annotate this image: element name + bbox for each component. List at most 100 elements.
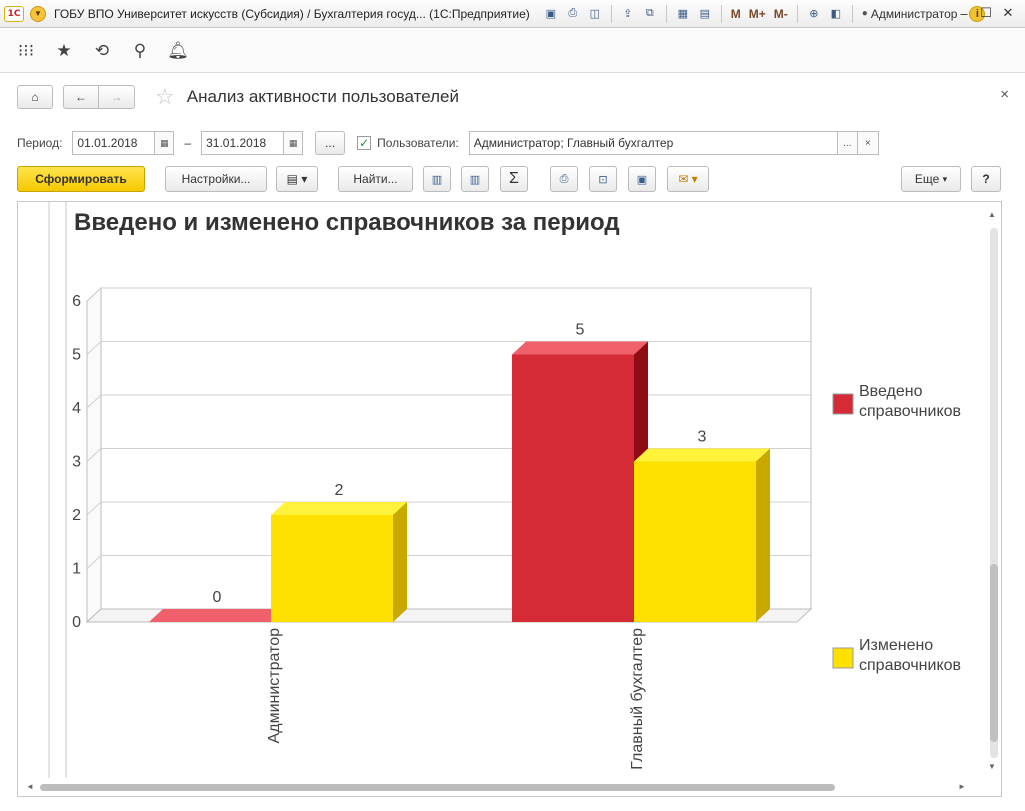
period-select-button[interactable]: ... bbox=[315, 131, 346, 155]
y-tick-label: 5 bbox=[72, 347, 81, 364]
filter-row: Период: 01.01.2018 ▦ – 31.01.2018 ▦ ... … bbox=[17, 131, 1007, 155]
date-from-field: 01.01.2018 ▦ bbox=[72, 131, 175, 155]
envelope-icon: ✉ ▾ bbox=[678, 172, 698, 186]
report-area[interactable]: Введено и изменено справочников за перио… bbox=[17, 201, 1002, 797]
command-bar: Сформировать Настройки... ▤ ▾ Найти... ▥… bbox=[17, 166, 1007, 192]
save-icon: ▣ bbox=[636, 173, 648, 186]
calculator-icon[interactable]: ▦ bbox=[674, 5, 692, 23]
bar-top bbox=[512, 341, 648, 355]
minimize-button[interactable]: – bbox=[953, 4, 975, 22]
apps-grid-icon[interactable]: ⁝⁝⁝ bbox=[12, 37, 40, 65]
upload-icon[interactable]: ⇪ bbox=[619, 5, 637, 23]
close-window-button[interactable]: ✕ bbox=[997, 4, 1019, 22]
chart-title: Введено и изменено справочников за перио… bbox=[74, 209, 620, 236]
variant-icon: ▤ ▾ bbox=[286, 172, 308, 186]
close-form-button[interactable]: × bbox=[1000, 86, 1009, 103]
arrow-left-icon: ← bbox=[75, 90, 87, 104]
legend-swatch bbox=[832, 393, 854, 415]
window-controls: – ☐ ✕ bbox=[953, 4, 1019, 22]
favorites-star-icon[interactable]: ★ bbox=[50, 37, 78, 65]
scroll-thumb[interactable] bbox=[40, 784, 835, 791]
history-icon[interactable]: ⟲ bbox=[88, 37, 116, 65]
users-checkbox[interactable]: ✓ bbox=[357, 136, 372, 150]
calendar-icon[interactable]: ▦ bbox=[283, 131, 304, 155]
date-from-input[interactable]: 01.01.2018 bbox=[72, 131, 155, 155]
bell-icon[interactable]: 🔔︎ bbox=[164, 37, 192, 65]
scroll-thumb[interactable] bbox=[990, 564, 998, 742]
app-logo-icon[interactable]: 1С bbox=[4, 5, 24, 22]
print-icon[interactable]: ⎙ bbox=[564, 5, 582, 23]
data-label: 3 bbox=[698, 429, 707, 446]
history-nav: ← → bbox=[63, 85, 135, 109]
scroll-left-icon[interactable]: ◄ bbox=[26, 782, 34, 791]
bar bbox=[512, 354, 634, 622]
toolbar-separator bbox=[851, 4, 853, 23]
date-to-field: 31.01.2018 ▦ bbox=[201, 131, 304, 155]
data-label: 5 bbox=[576, 322, 585, 339]
bar-top bbox=[634, 448, 770, 462]
bar-top bbox=[271, 502, 407, 515]
help-button[interactable]: ? bbox=[971, 166, 1001, 192]
home-button[interactable]: ⌂ bbox=[17, 85, 53, 109]
plot-area: 0 1 2 3 4 5 6 0 2 Администратор 5 3 Главный бухгалте… bbox=[72, 286, 961, 770]
y-tick-label: 4 bbox=[72, 400, 81, 417]
current-user-name: Администратор bbox=[870, 6, 958, 21]
current-user[interactable]: ● Администратор bbox=[862, 7, 958, 21]
main-menu-button[interactable]: ▼ bbox=[30, 5, 46, 22]
group-expand-button[interactable]: ▥ bbox=[423, 166, 451, 192]
sum-button[interactable]: Σ bbox=[500, 166, 528, 192]
x-tick-label: Главный бухгалтер bbox=[629, 628, 646, 770]
maximize-button[interactable]: ☐ bbox=[975, 4, 997, 22]
more-button[interactable]: Еще ▾ bbox=[901, 166, 961, 192]
back-button[interactable]: ← bbox=[63, 85, 99, 109]
search-icon[interactable]: ⚲ bbox=[126, 37, 154, 65]
group-icon: ▥ bbox=[431, 173, 443, 186]
chevron-down-icon: ▾ bbox=[942, 173, 948, 184]
users-clear-button[interactable]: × bbox=[857, 131, 879, 155]
zoom-icon[interactable]: ⊕ bbox=[805, 5, 823, 23]
save-icon[interactable]: ▣ bbox=[542, 5, 560, 23]
sigma-icon: Σ bbox=[509, 170, 519, 187]
settings-button[interactable]: Настройки... bbox=[165, 166, 267, 192]
send-dropdown-button[interactable]: ✉ ▾ bbox=[667, 166, 709, 192]
find-button[interactable]: Найти... bbox=[338, 166, 413, 192]
calendar-icon[interactable]: ▦ bbox=[154, 131, 175, 155]
toolbar-separator bbox=[720, 4, 722, 23]
scroll-right-icon[interactable]: ► bbox=[958, 782, 966, 791]
generate-button[interactable]: Сформировать bbox=[17, 166, 145, 192]
memory-plus-button[interactable]: M+ bbox=[749, 7, 766, 21]
toolbar-separator bbox=[796, 4, 798, 23]
users-select-button[interactable]: ... bbox=[836, 131, 858, 155]
scroll-down-icon[interactable]: ▼ bbox=[988, 762, 996, 771]
preview-icon: ⊡ bbox=[598, 173, 608, 186]
scroll-up-icon[interactable]: ▲ bbox=[988, 210, 996, 219]
home-icon: ⌂ bbox=[31, 90, 39, 104]
copy-icon[interactable]: ⧉ bbox=[641, 5, 659, 23]
memory-minus-button[interactable]: M- bbox=[774, 7, 788, 21]
horizontal-scrollbar[interactable]: ◄ ► bbox=[18, 778, 1001, 796]
variant-dropdown-button[interactable]: ▤ ▾ bbox=[276, 166, 318, 192]
preview-icon[interactable]: ◫ bbox=[586, 5, 604, 23]
users-input[interactable]: Администратор; Главный бухгалтер bbox=[468, 131, 837, 155]
date-to-input[interactable]: 31.01.2018 bbox=[201, 131, 284, 155]
panel-icon[interactable]: ◧ bbox=[827, 5, 845, 23]
calendar-icon[interactable]: ▤ bbox=[696, 5, 714, 23]
user-icon: ● bbox=[861, 8, 868, 19]
forward-button[interactable]: → bbox=[99, 85, 135, 109]
group-add-icon: ▥ bbox=[469, 173, 481, 186]
memory-button[interactable]: M bbox=[731, 7, 741, 21]
bar bbox=[271, 515, 393, 622]
preview-button[interactable]: ⊡ bbox=[589, 166, 617, 192]
save-button[interactable]: ▣ bbox=[628, 166, 656, 192]
bar-side bbox=[393, 502, 407, 622]
vertical-scrollbar[interactable]: ▲ ▼ bbox=[984, 202, 1001, 780]
favorite-star-icon[interactable]: ☆ bbox=[155, 84, 175, 110]
section-navbar: ⁝⁝⁝ ★ ⟲ ⚲ 🔔︎ bbox=[0, 29, 1025, 73]
window-title: ГОБУ ВПО Университет искусств (Субсидия)… bbox=[54, 6, 530, 21]
y-tick-label: 2 bbox=[72, 507, 81, 524]
data-label: 2 bbox=[335, 482, 344, 499]
bar bbox=[149, 609, 285, 622]
print-button[interactable]: ⎙ bbox=[550, 166, 578, 192]
form-header: ⌂ ← → ☆ Анализ активности пользователей bbox=[17, 84, 459, 110]
group-collapse-button[interactable]: ▥ bbox=[461, 166, 489, 192]
